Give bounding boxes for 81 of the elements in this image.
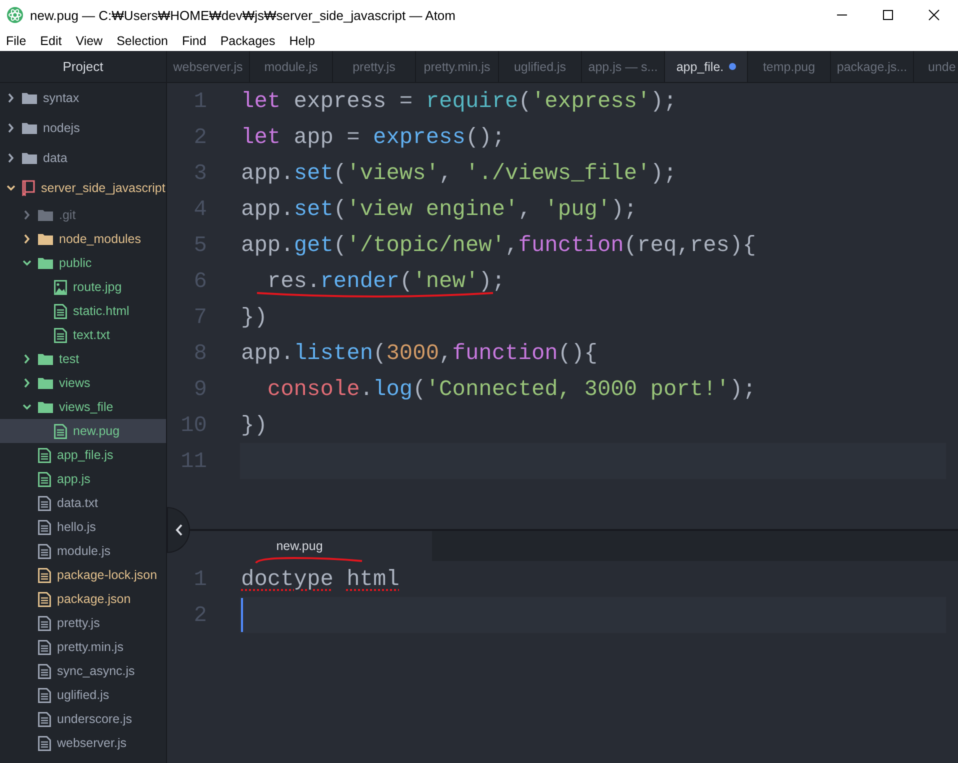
menu-item[interactable]: Find xyxy=(182,34,206,48)
tree-item[interactable]: app_file.js xyxy=(0,443,166,467)
menu-item[interactable]: Help xyxy=(289,34,315,48)
tree-item[interactable]: .git xyxy=(0,203,166,227)
code-line: app.listen(3000,function(){ xyxy=(241,340,598,366)
file-icon xyxy=(38,496,51,510)
tree-item[interactable]: hello.js xyxy=(0,515,166,539)
file-icon xyxy=(38,688,51,702)
tree-item[interactable]: syntax xyxy=(0,83,166,113)
file-icon xyxy=(38,592,51,606)
code-line: doctype html xyxy=(241,566,400,592)
panel-title: Project xyxy=(62,59,104,74)
tree-item[interactable]: views_file xyxy=(0,395,166,419)
tree-item[interactable]: test xyxy=(0,347,166,371)
file-icon xyxy=(38,472,51,486)
file-icon xyxy=(38,664,51,678)
image-icon xyxy=(54,280,67,294)
code-line: }) xyxy=(241,412,268,438)
tree-item[interactable]: static.html xyxy=(0,299,166,323)
code-line: app.set('view engine', 'pug'); xyxy=(241,196,638,222)
code-line: app.get('/topic/new',function(req,res){ xyxy=(241,232,756,258)
code-line: res.render('new'); xyxy=(266,268,506,294)
close-icon[interactable] xyxy=(928,9,940,21)
file-icon xyxy=(38,448,51,462)
editor-tab[interactable]: module.js xyxy=(250,51,333,82)
tree-item[interactable]: package.json xyxy=(0,587,166,611)
tree-item[interactable]: route.jpg xyxy=(0,275,166,299)
menu-item[interactable]: View xyxy=(76,34,103,48)
menu-item[interactable]: Packages xyxy=(220,34,276,48)
editor-tab[interactable]: webserver.js xyxy=(167,51,250,82)
file-icon xyxy=(54,328,67,342)
code-line: let express = require('express'); xyxy=(241,88,677,114)
editor-tab[interactable]: pretty.min.js xyxy=(416,51,499,82)
tree-item[interactable]: nodejs xyxy=(0,113,166,143)
code-line: }) xyxy=(241,304,268,330)
tree-item[interactable]: package-lock.json xyxy=(0,563,166,587)
file-icon xyxy=(54,424,67,438)
menu-item[interactable]: Selection xyxy=(116,34,168,48)
editor-tab[interactable]: app_file. xyxy=(665,51,748,82)
window-title: new.pug — C:₩Users₩HOME₩dev₩js₩server_side_javascript — Atom xyxy=(30,8,456,22)
editor-tab[interactable]: uglified.js xyxy=(499,51,582,82)
tree-item[interactable]: module.js xyxy=(0,539,166,563)
menu-item[interactable]: File xyxy=(6,34,26,48)
tree-item[interactable]: text.txt xyxy=(0,323,166,347)
tree-item[interactable]: new.pug xyxy=(0,419,166,443)
code-line: let app = express(); xyxy=(241,124,506,150)
tree-item[interactable]: data.txt xyxy=(0,491,166,515)
file-icon xyxy=(38,568,51,582)
tree-item[interactable]: underscore.js xyxy=(0,707,166,731)
file-icon xyxy=(38,520,51,534)
tree-item[interactable]: data xyxy=(0,143,166,173)
editor-tab[interactable]: unde xyxy=(914,51,958,82)
file-icon xyxy=(38,544,51,558)
tree-item[interactable]: app.js xyxy=(0,467,166,491)
file-icon xyxy=(38,712,51,726)
file-icon xyxy=(38,616,51,630)
tree-item[interactable]: webserver.js xyxy=(0,731,166,755)
chevron-icon xyxy=(174,524,182,536)
book-icon xyxy=(22,180,35,196)
maximize-icon[interactable] xyxy=(882,9,894,21)
editor-tab[interactable]: new.pug xyxy=(167,531,432,561)
atom-logo-icon xyxy=(7,7,23,23)
collapse-button[interactable] xyxy=(167,507,190,553)
tree-item[interactable]: uglified.js xyxy=(0,683,166,707)
editor-tab[interactable]: package.js... xyxy=(831,51,914,82)
file-icon xyxy=(38,640,51,654)
file-icon xyxy=(38,736,51,750)
tree-item[interactable]: pretty.min.js xyxy=(0,635,166,659)
tree-item[interactable]: server_side_javascript xyxy=(0,173,166,203)
code-line: app.set('views', './views_file'); xyxy=(241,160,677,186)
editor-tab[interactable]: pretty.js xyxy=(333,51,416,82)
menu-item[interactable]: Edit xyxy=(40,34,62,48)
file-icon xyxy=(54,304,67,318)
tree-item[interactable]: views xyxy=(0,371,166,395)
tree-item[interactable]: public xyxy=(0,251,166,275)
editor-tab[interactable]: temp.pug xyxy=(748,51,831,82)
tree-item[interactable]: sync_async.js xyxy=(0,659,166,683)
tree-item[interactable]: node_modules xyxy=(0,227,166,251)
code-line: console.log('Connected, 3000 port!'); xyxy=(266,376,756,402)
text-cursor xyxy=(241,598,243,632)
tree-item[interactable]: pretty.js xyxy=(0,611,166,635)
